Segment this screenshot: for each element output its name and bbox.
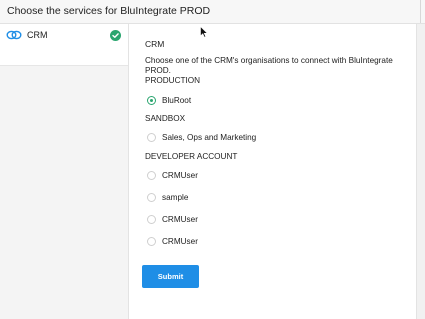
radio-button[interactable] — [147, 133, 156, 142]
radio-button[interactable] — [147, 237, 156, 246]
group-label-production: PRODUCTION — [145, 76, 201, 85]
services-sidebar: CRM — [0, 24, 129, 319]
section-description: Choose one of the CRM's organisations to… — [145, 56, 393, 75]
radio-button[interactable] — [147, 171, 156, 180]
sidebar-item-label: CRM — [27, 30, 48, 40]
check-circle-icon — [110, 30, 121, 41]
radio-button[interactable] — [147, 193, 156, 202]
mouse-cursor-icon — [200, 26, 208, 38]
header-divider — [420, 0, 421, 23]
radio-label: CRMUser — [162, 171, 198, 180]
dialog-header: Choose the services for BluIntegrate PRO… — [0, 0, 425, 24]
group-label-developer-account: DEVELOPER ACCOUNT — [145, 152, 238, 161]
dialog-title: Choose the services for BluIntegrate PRO… — [7, 5, 211, 17]
section-title: CRM — [145, 39, 165, 49]
right-scroll-rail — [416, 24, 425, 319]
radio-button[interactable] — [147, 96, 156, 105]
radio-label: BluRoot — [162, 96, 192, 105]
radio-label: CRMUser — [162, 237, 198, 246]
radio-label: CRMUser — [162, 215, 198, 224]
radio-label: Sales, Ops and Marketing — [162, 133, 257, 142]
submit-button[interactable]: Submit — [142, 265, 199, 288]
radio-label: sample — [162, 193, 189, 202]
radio-button[interactable] — [147, 215, 156, 224]
service-config-panel: CRM Choose one of the CRM's organisation… — [129, 24, 416, 319]
group-label-sandbox: SANDBOX — [145, 114, 186, 123]
sidebar-item-crm[interactable]: CRM — [0, 24, 128, 66]
link-icon — [6, 30, 22, 40]
